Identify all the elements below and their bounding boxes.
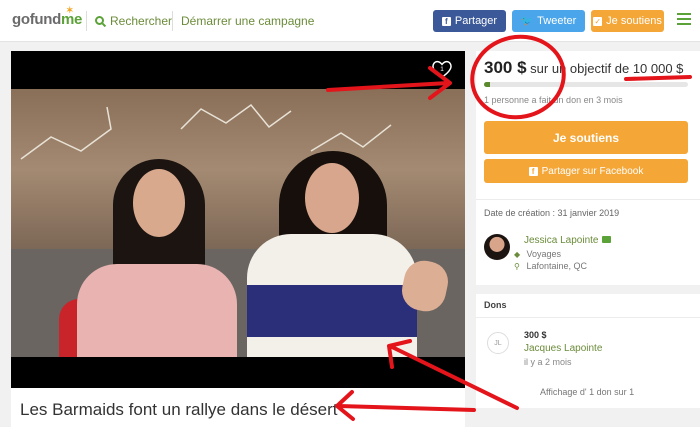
person-left-sweater (77, 264, 237, 357)
raised-amount: 300 $ (484, 58, 527, 77)
share-label: Partager (454, 15, 498, 27)
tag-icon: ◆ (514, 250, 521, 259)
location-label: Lafontaine, QC (526, 261, 588, 271)
donation-summary-panel: 300 $ sur un objectif de 10 000 $ 1 pers… (476, 51, 700, 199)
heart-like-icon[interactable]: 1 (431, 59, 453, 79)
map-pin-icon: ⚲ (514, 262, 520, 271)
twitter-bird-icon: 🐦 (520, 15, 534, 27)
donor-name: Jacques Lapointe (524, 343, 603, 354)
tweet-label: Tweeter (537, 15, 577, 27)
donation-time: il y a 2 mois (524, 357, 572, 367)
share-facebook-label: Partager sur Facebook (541, 165, 644, 177)
created-date: Date de création : 31 janvier 2019 (484, 208, 620, 218)
raised-summary: 300 $ sur un objectif de 10 000 $ (484, 58, 683, 78)
donor-avatar: JL (487, 332, 509, 354)
organizer-name: Jessica Lapointe (524, 235, 599, 246)
header-divider (86, 11, 87, 31)
search-icon (95, 16, 104, 25)
facebook-share-button[interactable]: f Partager (433, 10, 506, 32)
facebook-icon: f (528, 166, 538, 176)
donors-summary: 1 personne a fait un don en 3 mois (484, 95, 623, 105)
search-link[interactable]: Rechercher (95, 14, 172, 28)
header-support-label: Je soutiens (606, 15, 662, 27)
check-icon: ✓ (593, 16, 603, 26)
facebook-icon: f (441, 16, 451, 26)
organizer-link[interactable]: Jessica Lapointe (524, 235, 611, 246)
campaign-video[interactable]: 1 (11, 51, 465, 388)
gofundme-logo[interactable]: gofundme ✶ (12, 5, 82, 28)
progress-fill (484, 82, 491, 87)
mail-icon[interactable] (601, 236, 611, 243)
header-divider (172, 11, 173, 31)
person-right-face (305, 163, 359, 233)
goal-text: sur un objectif de (530, 61, 630, 76)
share-facebook-button[interactable]: f Partager sur Facebook (484, 159, 688, 183)
top-header: gofundme ✶ Rechercher Démarrer une campa… (0, 0, 700, 42)
donations-heading: Dons (484, 300, 507, 310)
logo-spark-icon: ✶ (66, 5, 74, 15)
organizer-avatar[interactable] (484, 234, 510, 260)
person-right-sweater-band (247, 285, 417, 337)
divider (476, 317, 700, 318)
search-label: Rechercher (110, 14, 173, 28)
campaign-title: Les Barmaids font un rallye dans le dése… (11, 388, 465, 427)
category[interactable]: ◆ Voyages (514, 249, 561, 259)
donations-panel: Dons JL 300 $ Jacques Lapointe il y a 2 … (476, 294, 700, 408)
donation-count: Affichage d' 1 don sur 1 (540, 387, 635, 397)
logo-prefix: gofund (12, 11, 62, 28)
progress-bar (484, 82, 688, 87)
category-label: Voyages (526, 249, 562, 259)
wall-decor-icon (20, 103, 392, 160)
campaign-info-panel: Date de création : 31 janvier 2019 Jessi… (476, 199, 700, 285)
location: ⚲ Lafontaine, QC (514, 261, 587, 271)
donation-amount: 300 $ (524, 330, 547, 340)
support-button[interactable]: Je soutiens (484, 121, 688, 154)
video-frame-image (11, 89, 465, 357)
goal-amount: 10 000 $ (632, 61, 684, 76)
tweet-button[interactable]: 🐦 Tweeter (512, 10, 585, 32)
header-support-button[interactable]: ✓ Je soutiens (591, 10, 664, 32)
like-count: 1 (440, 66, 444, 73)
start-campaign-link[interactable]: Démarrer une campagne (181, 14, 314, 28)
hamburger-icon[interactable] (677, 13, 691, 27)
person-left-face (133, 169, 185, 237)
